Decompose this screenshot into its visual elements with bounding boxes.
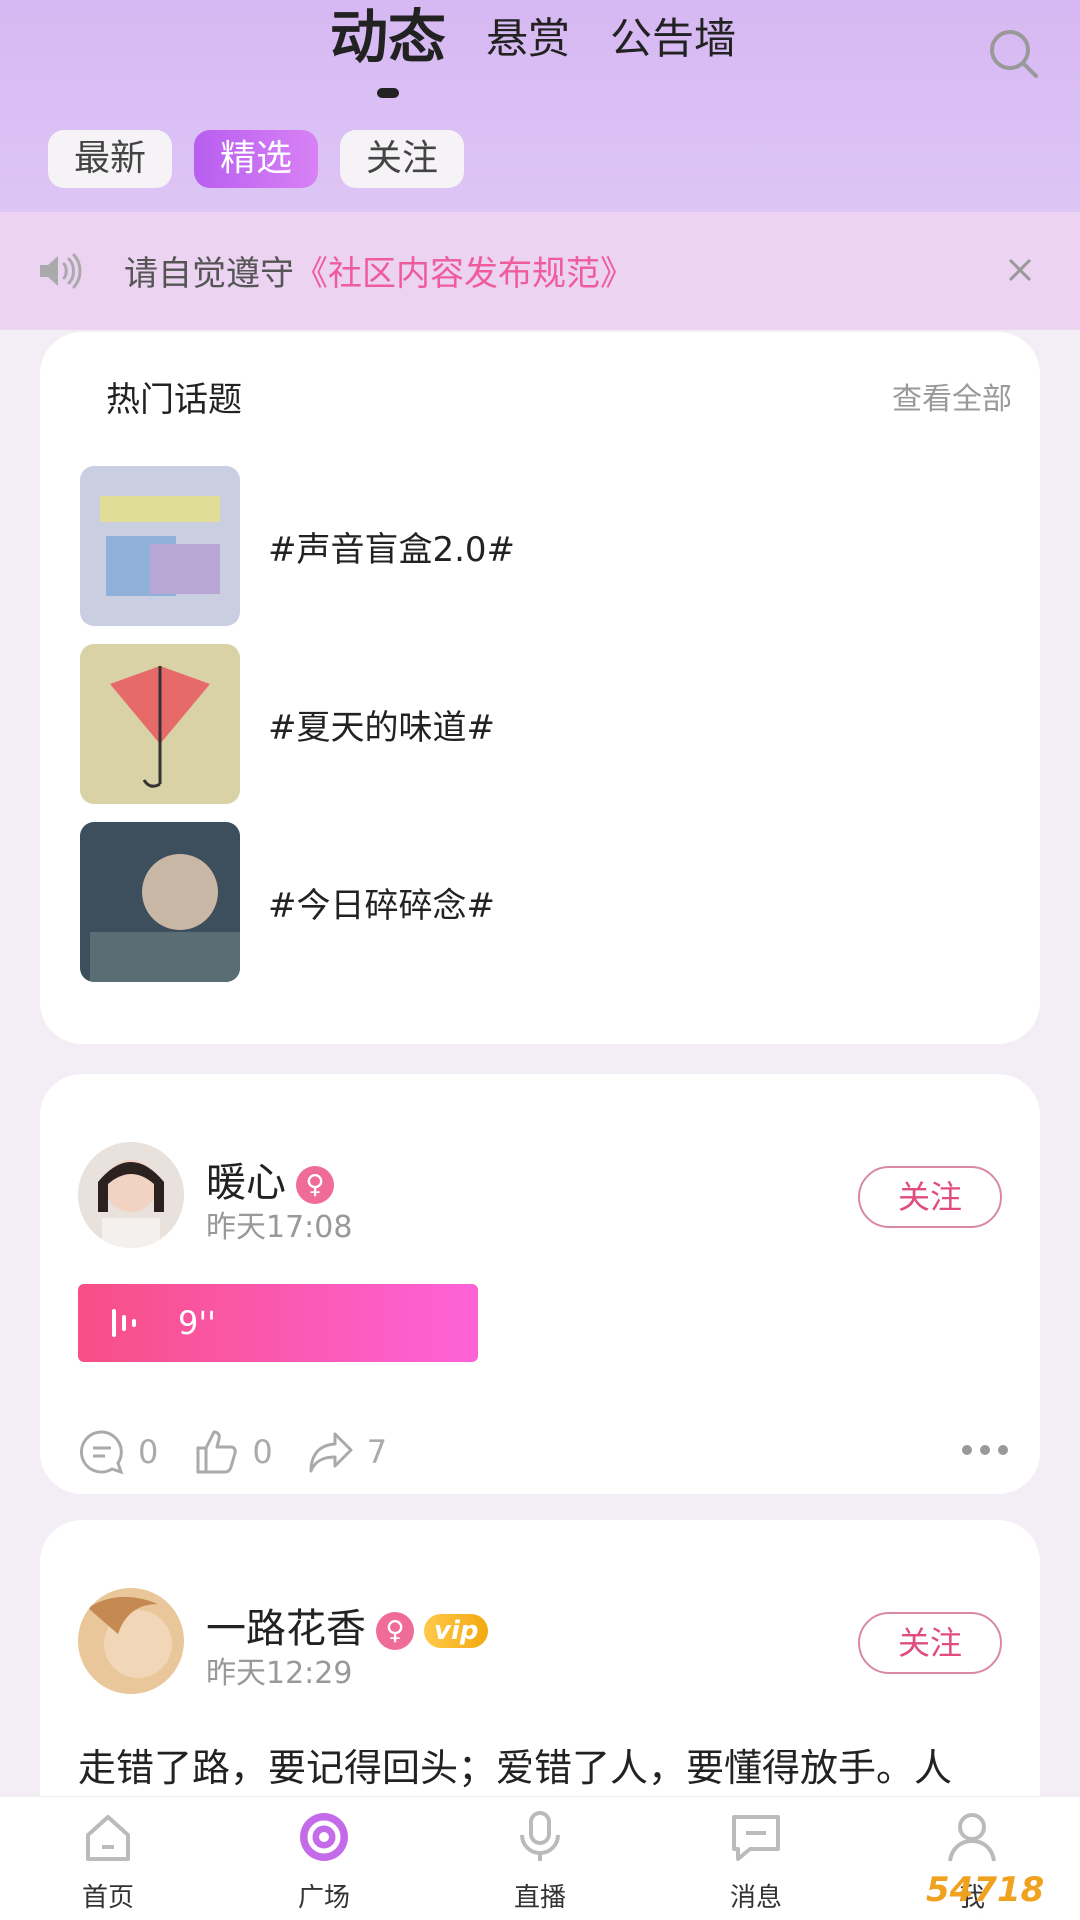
nav-label: 直播 <box>513 1883 566 1913</box>
notice-link[interactable]: 《社区内容发布规范》 <box>294 254 634 294</box>
thumbs-up-icon <box>196 1430 238 1474</box>
tab-gonggaoqiang[interactable]: 公告墙 <box>610 5 736 110</box>
topic-thumbnail <box>80 822 240 982</box>
comment-count: 0 <box>138 1433 159 1471</box>
square-icon <box>300 1813 348 1861</box>
nav-label: 消息 <box>729 1883 782 1913</box>
notice-text: 请自觉遵守《社区内容发布规范》 <box>124 246 634 295</box>
topic-item[interactable]: #声音盲盒2.0# <box>80 466 980 626</box>
nav-home[interactable]: 首页 <box>0 1797 216 1920</box>
female-icon: ♀ <box>296 1166 334 1204</box>
topic-label: #夏天的味道# <box>268 707 495 748</box>
top-header: 动态 悬赏 公告墙 最新 精选 关注 <box>0 0 1080 212</box>
voice-duration: 9'' <box>178 1304 216 1342</box>
post-username: 一路花香 ♀ vip <box>206 1596 489 1654</box>
like-button[interactable]: 0 <box>192 1428 273 1476</box>
search-icon[interactable] <box>986 26 1042 82</box>
topic-item[interactable]: #今日碎碎念# <box>80 822 980 982</box>
post-card[interactable]: 暖心 ♀ 昨天17:08 关注 9'' 0 0 7 <box>40 1074 1040 1494</box>
vip-badge: vip <box>424 1614 489 1648</box>
filter-featured[interactable]: 精选 <box>194 130 319 188</box>
nav-label: 首页 <box>81 1883 134 1913</box>
message-icon <box>732 1815 780 1861</box>
nav-label: 广场 <box>297 1883 350 1913</box>
share-icon <box>309 1432 353 1473</box>
nav-live[interactable]: 直播 <box>432 1797 648 1920</box>
share-count: 7 <box>366 1433 388 1471</box>
topic-label: #今日碎碎念# <box>268 885 495 926</box>
topic-item[interactable]: #夏天的味道# <box>80 644 980 804</box>
tab-xuanshang[interactable]: 悬赏 <box>486 5 570 110</box>
home-icon <box>86 1815 130 1861</box>
nav-square[interactable]: 广场 <box>216 1797 432 1920</box>
soundwave-icon <box>112 1309 136 1337</box>
voice-message[interactable]: 9'' <box>78 1284 478 1362</box>
hot-topics-title: 热门话题 <box>106 380 242 420</box>
user-icon <box>948 1813 996 1862</box>
filter-following[interactable]: 关注 <box>340 130 465 188</box>
topic-thumbnail <box>80 466 240 626</box>
post-time: 昨天17:08 <box>206 1210 353 1245</box>
avatar[interactable] <box>78 1588 184 1694</box>
microphone-icon <box>520 1811 560 1861</box>
follow-button[interactable]: 关注 <box>858 1612 1002 1674</box>
bottom-nav: 首页 广场 直播 消息 我 <box>0 1796 1080 1920</box>
site-watermark: 54718 手游网 <box>926 1870 1045 1920</box>
post-username: 暖心 ♀ <box>206 1150 334 1208</box>
username-text: 暖心 <box>206 1160 286 1206</box>
notice-bar: 请自觉遵守《社区内容发布规范》 <box>0 212 1080 330</box>
comment-icon <box>80 1430 124 1475</box>
speaker-icon <box>40 253 82 288</box>
comment-button[interactable]: 0 <box>78 1428 158 1476</box>
nav-messages[interactable]: 消息 <box>648 1797 864 1920</box>
tab-dongtai[interactable]: 动态 <box>330 0 446 110</box>
female-icon: ♀ <box>376 1612 414 1650</box>
post-text: 走错了路，要记得回头；爱错了人，要懂得放手。人 <box>78 1746 953 1790</box>
more-icon[interactable] <box>960 1440 1010 1460</box>
follow-button[interactable]: 关注 <box>858 1166 1002 1228</box>
close-icon[interactable] <box>1002 252 1038 288</box>
like-count: 0 <box>252 1433 273 1471</box>
avatar[interactable] <box>78 1142 184 1248</box>
main-tabs: 动态 悬赏 公告墙 <box>330 0 776 110</box>
post-time: 昨天12:29 <box>206 1656 353 1691</box>
username-text: 一路花香 <box>206 1606 366 1652</box>
share-button[interactable]: 7 <box>307 1428 387 1476</box>
filter-latest[interactable]: 最新 <box>48 130 173 188</box>
filter-chips: 最新 精选 关注 <box>48 130 486 188</box>
topic-label: #声音盲盒2.0# <box>268 529 516 570</box>
notice-prefix: 请自觉遵守 <box>124 254 294 294</box>
view-all-link[interactable]: 查看全部 <box>892 374 1012 418</box>
post-actions: 0 0 7 <box>78 1428 421 1476</box>
topic-thumbnail <box>80 644 240 804</box>
hot-topics-card: 热门话题 查看全部 #声音盲盒2.0# #夏天的味道# #今日碎碎念# <box>40 332 1040 1044</box>
